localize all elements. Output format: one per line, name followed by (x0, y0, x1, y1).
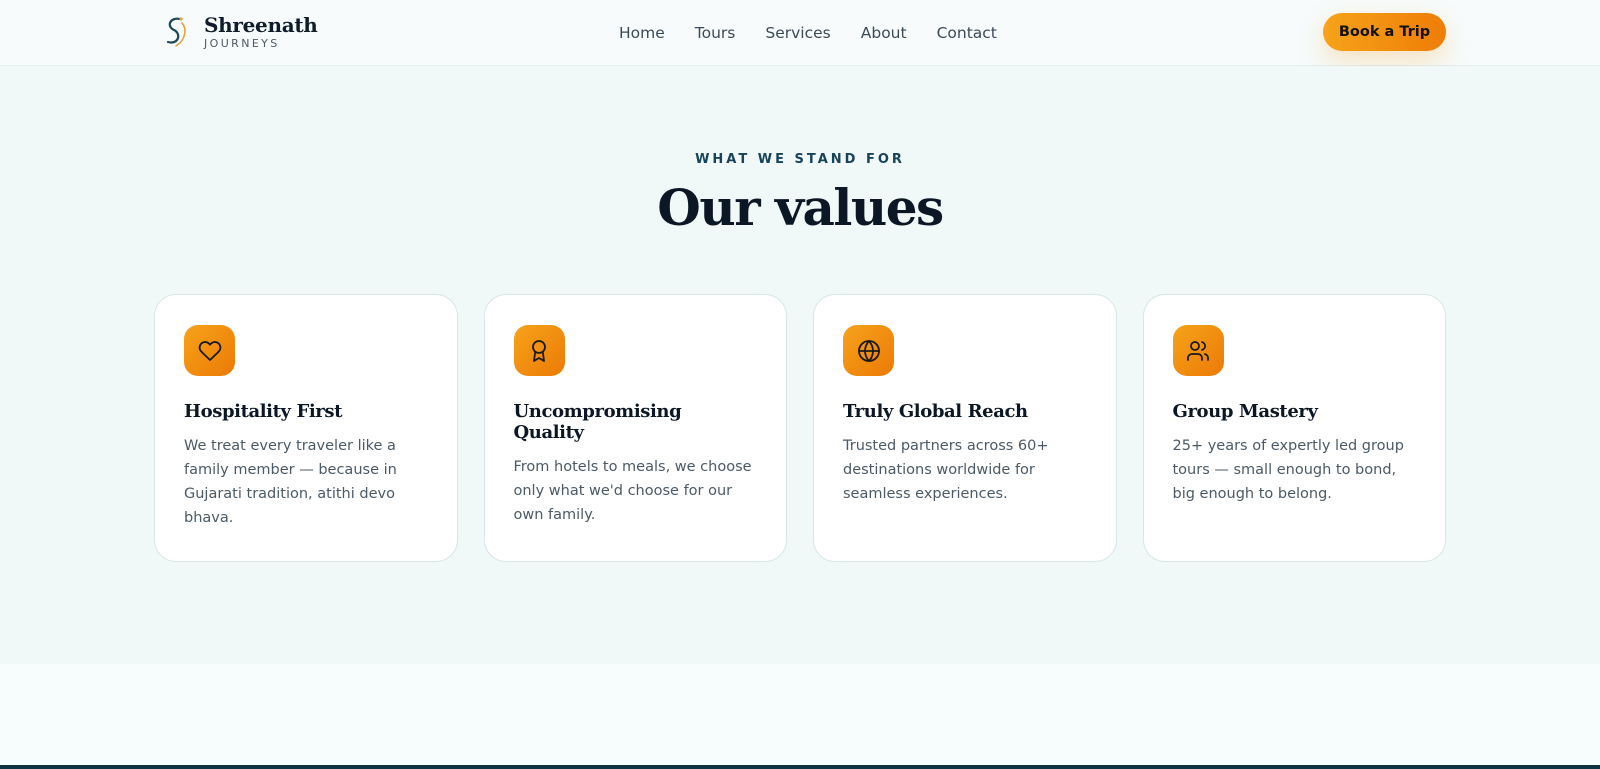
section-title: Our values (657, 178, 944, 237)
brand-name: Shreenath (204, 13, 318, 37)
card-text: From hotels to meals, we choose only wha… (513, 459, 752, 523)
book-trip-button[interactable]: Book a Trip (1323, 13, 1446, 51)
values-section: WHAT WE STAND FOR Our values Hospitality… (0, 66, 1600, 664)
site-header: Shreenath JOURNEYS Home Tours Services A… (0, 0, 1600, 66)
value-card-global: Truly Global Reach Trusted partners acro… (813, 294, 1117, 562)
nav-about[interactable]: About (861, 24, 907, 42)
globe-icon (857, 339, 880, 362)
values-cards: Hospitality First We treat every travele… (154, 294, 1446, 562)
card-title: Hospitality First (184, 401, 343, 422)
nav-home[interactable]: Home (619, 24, 665, 42)
footer-edge (0, 765, 1600, 769)
brand[interactable]: Shreenath JOURNEYS (160, 13, 318, 51)
card-text: We treat every traveler like a family me… (184, 438, 397, 526)
card-title: Uncompromising Quality (513, 401, 682, 443)
brand-subtitle: JOURNEYS (204, 37, 280, 50)
main-nav: Home Tours Services About Contact (603, 0, 1012, 66)
nav-services[interactable]: Services (765, 24, 830, 42)
value-card-group: Group Mastery 25+ years of expertly led … (1142, 294, 1446, 562)
users-icon (1187, 340, 1209, 361)
logo-icon (166, 17, 186, 47)
card-text: 25+ years of expertly led group tours — … (1172, 438, 1404, 502)
heart-icon (198, 340, 221, 361)
card-title: Truly Global Reach (843, 401, 1028, 422)
card-text: Trusted partners across 60+ destinations… (843, 438, 1049, 502)
card-title: Group Mastery (1172, 401, 1318, 422)
section-eyebrow: WHAT WE STAND FOR (695, 152, 905, 167)
nav-tours[interactable]: Tours (695, 24, 736, 42)
value-card-hospitality: Hospitality First We treat every travele… (154, 294, 458, 562)
nav-contact[interactable]: Contact (937, 24, 997, 42)
value-card-quality: Uncompromising Quality From hotels to me… (483, 294, 787, 562)
award-icon (532, 339, 546, 362)
